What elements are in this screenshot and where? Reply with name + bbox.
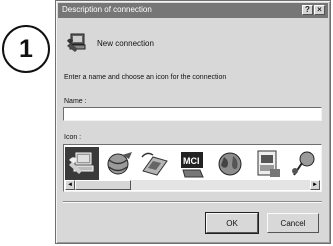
scroll-left-button[interactable]: ◄ <box>65 180 75 190</box>
help-button[interactable]: ? <box>302 5 313 15</box>
ok-button[interactable]: OK <box>205 212 259 234</box>
close-button[interactable]: × <box>314 5 325 15</box>
phone-network-icon[interactable] <box>139 147 173 181</box>
window-title: Description of connection <box>62 5 152 14</box>
name-input[interactable] <box>63 107 322 121</box>
pushpin-icon[interactable] <box>287 147 321 181</box>
dialog-window: Description of connection ? × New connec… <box>55 0 331 244</box>
name-label: Name : <box>64 98 87 105</box>
icon-label: Icon : <box>64 134 82 141</box>
globe-satellite-icon[interactable] <box>102 147 136 181</box>
step-callout: 1 <box>2 25 50 73</box>
scroll-thumb[interactable] <box>75 180 131 190</box>
connection-name-label: New connection <box>97 39 154 48</box>
scroll-right-button[interactable]: ► <box>310 180 320 190</box>
cancel-button[interactable]: Cancel <box>267 213 319 233</box>
title-bar: Description of connection ? × <box>58 3 328 18</box>
svg-text:MCI: MCI <box>183 156 200 166</box>
phone-computer-icon[interactable] <box>65 147 99 181</box>
instruction-text: Enter a name and choose an icon for the … <box>64 74 227 81</box>
computer-document-icon[interactable] <box>250 147 284 181</box>
icon-list: MCI ◄ ► <box>63 144 322 192</box>
phone-computer-icon <box>67 33 86 52</box>
icon-list-scrollbar[interactable]: ◄ ► <box>65 180 320 190</box>
globe-icon[interactable] <box>213 147 247 181</box>
separator <box>63 201 322 203</box>
mci-icon[interactable]: MCI <box>176 147 210 181</box>
